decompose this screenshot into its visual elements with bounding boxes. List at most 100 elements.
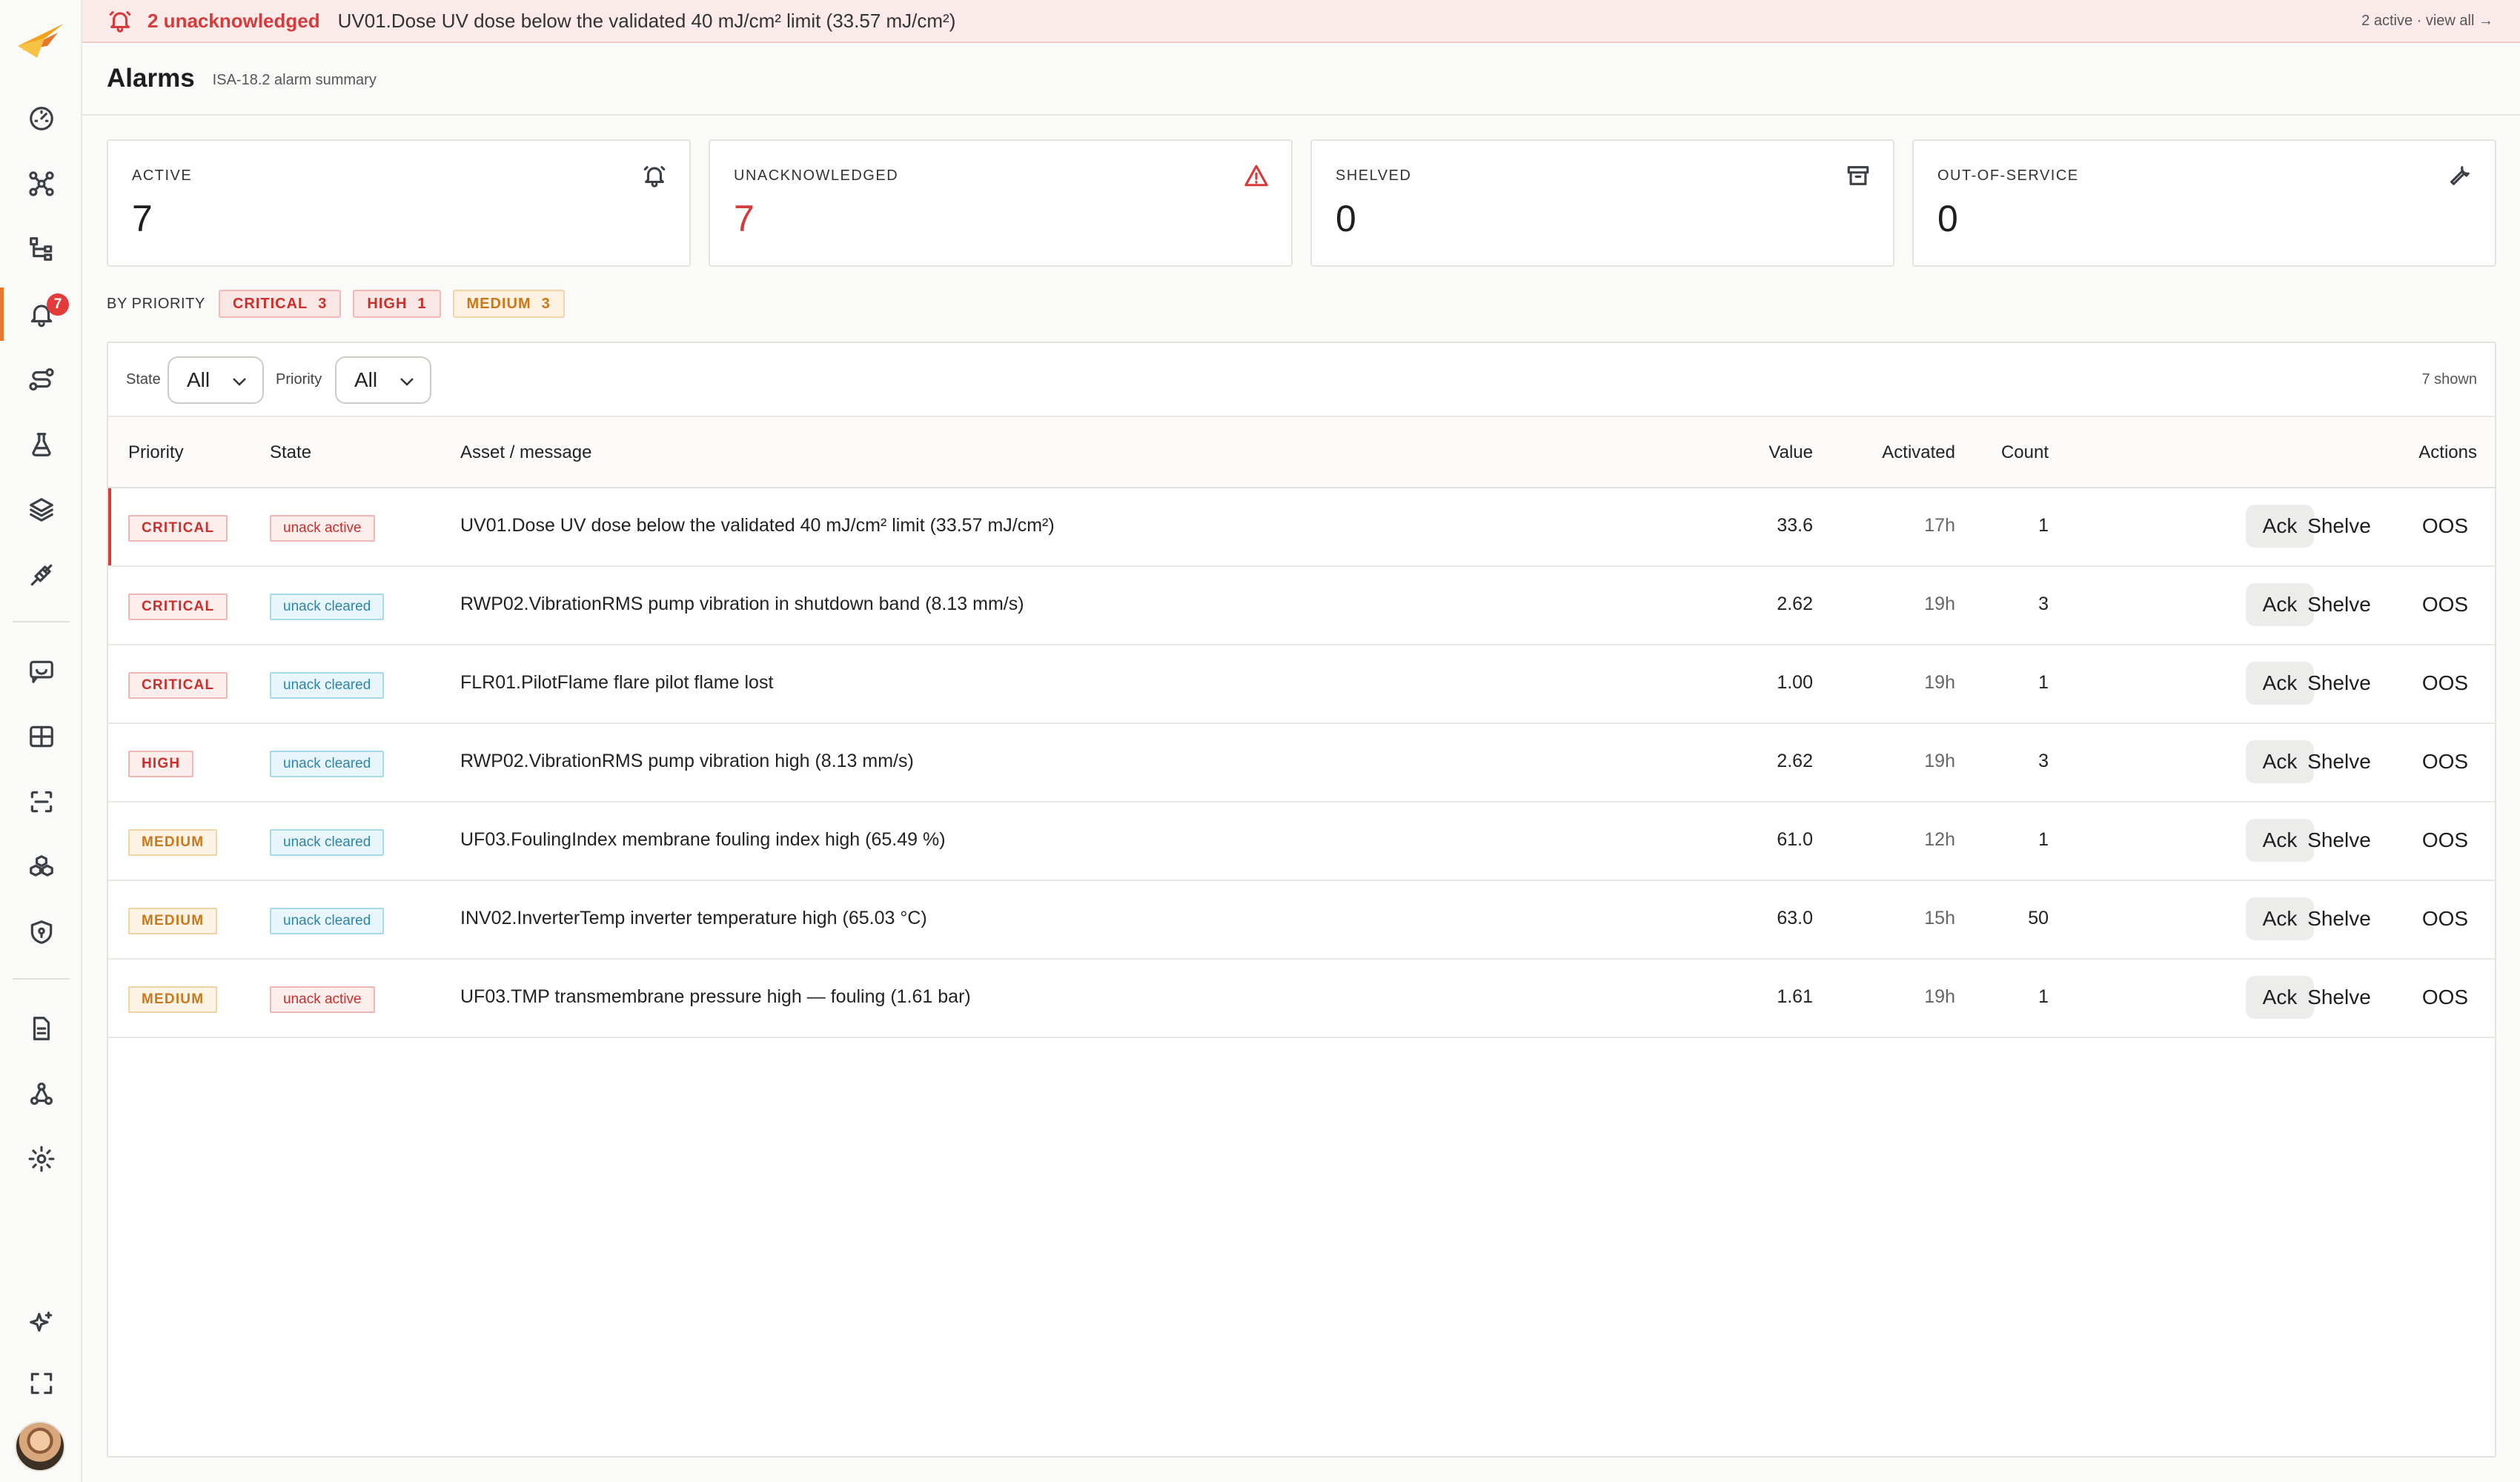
column-header-state[interactable]: State	[270, 442, 311, 463]
page-header: Alarms ISA-18.2 alarm summary	[82, 43, 2520, 116]
stat-card-out-of-service: OUT-OF-SERVICE 0	[1912, 139, 2496, 267]
shelve-button[interactable]: Shelve	[2302, 505, 2376, 548]
sidebar-item-dashboard[interactable]	[0, 92, 82, 145]
state-filter-label: State	[126, 371, 161, 388]
stat-value: 7	[734, 198, 755, 239]
table-row[interactable]: MEDIUM unack cleared UF03.FoulingIndex mem…	[108, 803, 2495, 881]
shelve-button[interactable]: Shelve	[2302, 976, 2376, 1019]
oos-button[interactable]: OOS	[2412, 976, 2478, 1019]
alarm-count: 50	[2028, 908, 2049, 928]
alarm-activated: 15h	[1924, 908, 1955, 928]
column-header-value[interactable]: Value	[1768, 442, 1813, 463]
avatar[interactable]	[15, 1421, 65, 1472]
bell-icon	[107, 8, 133, 33]
table-row[interactable]: CRITICAL unack active UV01.Dose UV dose be…	[108, 488, 2495, 567]
sidebar-item-lab[interactable]	[0, 418, 82, 471]
stat-label: OUT-OF-SERVICE	[1937, 167, 2079, 184]
sidebar-item-fullscreen[interactable]	[0, 1357, 82, 1410]
alarm-banner[interactable]: 2 unacknowledged UV01.Dose UV dose below…	[82, 0, 2520, 43]
stat-card-shelved: SHELVED 0	[1310, 139, 1894, 267]
banner-message: UV01.Dose UV dose below the validated 40…	[337, 9, 956, 32]
table-row[interactable]: MEDIUM unack active UF03.TMP transmembrane…	[108, 960, 2495, 1038]
archive-icon	[1846, 163, 1871, 188]
shelve-button[interactable]: Shelve	[2302, 897, 2376, 940]
oos-button[interactable]: OOS	[2412, 583, 2478, 626]
alarm-table-panel: State All Priority All 7 shown Priority …	[107, 342, 2496, 1458]
table-row[interactable]: HIGH unack cleared RWP02.VibrationRMS pump…	[108, 724, 2495, 803]
chevron-down-icon	[400, 378, 414, 386]
priority-badge: MEDIUM	[128, 908, 218, 934]
priority-chip-high[interactable]: HIGH 1	[353, 290, 441, 318]
table-icon	[29, 725, 53, 748]
state-badge: unack cleared	[270, 829, 385, 856]
sidebar-item-chat[interactable]	[0, 645, 82, 698]
sidebar-item-security[interactable]	[0, 906, 82, 959]
sidebar-item-settings[interactable]	[0, 1132, 82, 1186]
chip-label: MEDIUM	[466, 295, 531, 312]
oos-button[interactable]: OOS	[2412, 819, 2478, 862]
alarm-value: 2.62	[1777, 751, 1813, 771]
alarm-count: 1	[2038, 515, 2049, 536]
sidebar-item-hierarchy[interactable]	[0, 222, 82, 276]
by-priority-label: BY PRIORITY	[107, 295, 205, 312]
oos-button[interactable]: OOS	[2412, 662, 2478, 705]
sidebar-item-ai[interactable]	[0, 1297, 82, 1350]
column-header-actions: Actions	[2418, 442, 2477, 462]
state-filter-select[interactable]: All	[168, 356, 264, 404]
table-row[interactable]: CRITICAL unack cleared RWP02.VibrationRMS …	[108, 567, 2495, 645]
oos-button[interactable]: OOS	[2412, 897, 2478, 940]
sidebar-item-layers[interactable]	[0, 483, 82, 536]
sidebar-item-connect[interactable]	[0, 548, 82, 602]
column-header-priority[interactable]: Priority	[128, 442, 184, 463]
filter-bar: State All Priority All 7 shown	[108, 343, 2495, 417]
flask-icon	[31, 433, 51, 456]
sidebar-item-alarms[interactable]: 7	[0, 288, 82, 341]
alarm-count: 3	[2038, 594, 2049, 614]
column-header-message[interactable]: Asset / message	[460, 442, 591, 463]
shown-count: 7 shown	[2421, 371, 2478, 388]
alarm-count: 3	[2038, 751, 2049, 771]
nodes-icon	[28, 171, 54, 196]
alarm-count: 1	[2038, 829, 2049, 850]
stat-value: 0	[1336, 198, 1356, 239]
priority-badge: CRITICAL	[128, 594, 228, 620]
alarm-message: UF03.FoulingIndex membrane fouling index…	[460, 829, 946, 850]
priority-chip-medium[interactable]: MEDIUM 3	[452, 290, 565, 318]
chat-icon	[29, 660, 53, 683]
shelve-button[interactable]: Shelve	[2302, 662, 2376, 705]
fullscreen-icon	[30, 1372, 52, 1395]
sidebar-item-graph[interactable]	[0, 157, 82, 210]
priority-badge: CRITICAL	[128, 672, 228, 699]
sidebar-item-network[interactable]	[0, 1067, 82, 1120]
chip-label: HIGH	[367, 295, 408, 312]
sidebar-item-tables[interactable]	[0, 710, 82, 763]
alarm-message: INV02.InverterTemp inverter temperature …	[460, 908, 927, 928]
oos-button[interactable]: OOS	[2412, 740, 2478, 783]
oos-button[interactable]: OOS	[2412, 505, 2478, 548]
logo[interactable]	[15, 16, 68, 61]
chip-count: 3	[541, 295, 551, 312]
banner-view-all-link[interactable]: 2 active · view all →	[2361, 13, 2493, 30]
alarm-value: 1.61	[1777, 986, 1813, 1007]
gear-icon	[28, 1146, 54, 1172]
alarm-activated: 17h	[1924, 515, 1955, 536]
table-row[interactable]: CRITICAL unack cleared FLR01.PilotFlame fl…	[108, 645, 2495, 724]
sidebar-item-scan[interactable]	[0, 775, 82, 828]
alarm-activated: 19h	[1924, 672, 1955, 693]
sidebar-item-documents[interactable]	[0, 1002, 82, 1055]
alarm-count-badge: 7	[47, 293, 69, 316]
priority-filter-select[interactable]: All	[335, 356, 431, 404]
shelve-button[interactable]: Shelve	[2302, 819, 2376, 862]
priority-chip-critical[interactable]: CRITICAL 3	[218, 290, 342, 318]
column-header-activated[interactable]: Activated	[1882, 442, 1955, 463]
column-header-count[interactable]: Count	[2001, 442, 2049, 463]
stat-value: 0	[1937, 198, 1958, 239]
table-row[interactable]: MEDIUM unack cleared INV02.InverterTemp in…	[108, 881, 2495, 960]
sidebar-item-models[interactable]	[0, 840, 82, 894]
sidebar-item-routes[interactable]	[0, 353, 82, 406]
chip-label: CRITICAL	[232, 295, 308, 312]
shelve-button[interactable]: Shelve	[2302, 583, 2376, 626]
cubes-icon	[29, 855, 53, 877]
shelve-button[interactable]: Shelve	[2302, 740, 2376, 783]
page-title: Alarms	[107, 64, 195, 93]
